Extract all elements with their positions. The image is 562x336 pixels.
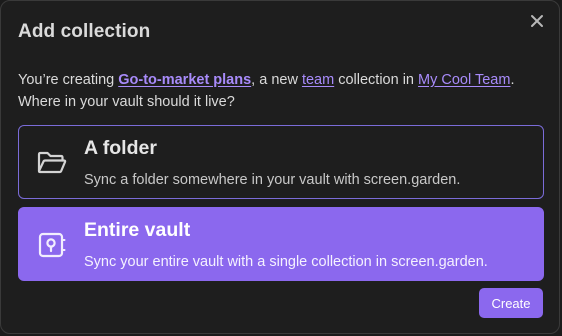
vault-icon [37, 232, 67, 258]
option-title: Entire vault [84, 219, 191, 241]
team-name-link[interactable]: My Cool Team [418, 72, 510, 88]
option-description: Sync your entire vault with a single col… [84, 254, 488, 270]
option-description: Sync a folder somewhere in your vault wi… [84, 172, 461, 188]
option-entire-vault[interactable]: Entire vault Sync your entire vault with… [18, 207, 544, 281]
dialog-title: Add collection [18, 21, 151, 42]
add-collection-dialog: Add collection You’re creating Go-to-mar… [0, 0, 560, 334]
description-middle-2: collection in [334, 72, 419, 88]
collection-name-link[interactable]: Go-to-market plans [118, 72, 251, 88]
option-a-folder[interactable]: A folder Sync a folder somewhere in your… [18, 125, 544, 199]
close-icon[interactable] [527, 11, 547, 31]
option-title: A folder [84, 137, 157, 159]
folder-open-icon [37, 150, 67, 176]
description-prefix: You’re creating [18, 72, 119, 88]
create-button[interactable]: Create [479, 288, 543, 318]
collection-type-link[interactable]: team [302, 72, 334, 88]
description-middle-1: , a new [251, 72, 302, 88]
dialog-description: You’re creating Go-to-market plans, a ne… [18, 69, 538, 113]
